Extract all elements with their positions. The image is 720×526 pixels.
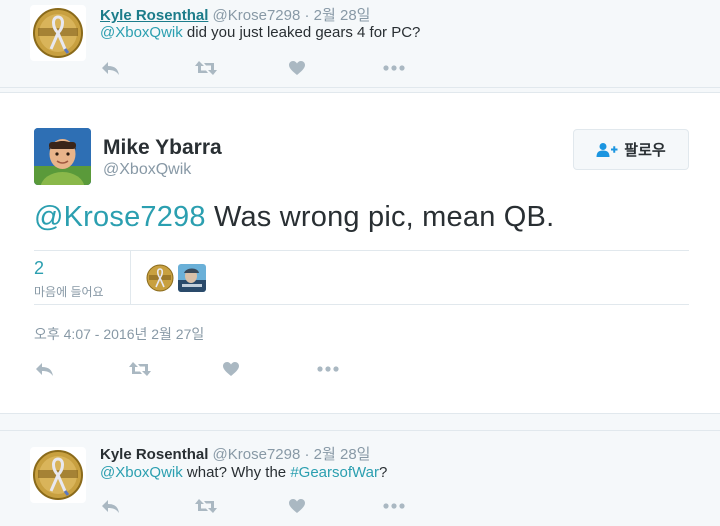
author-handle[interactable]: @Krose7298 (213, 7, 301, 24)
author-handle[interactable]: @Krose7298 (213, 446, 301, 463)
avatar[interactable] (30, 5, 86, 61)
retweet-icon (195, 61, 217, 75)
tweet-text: @XboxQwik what? Why the #GearsofWar? (100, 464, 387, 481)
tweet-body: Was wrong pic, mean QB. (205, 201, 555, 233)
tweet-body: did you just leaked gears 4 for PC? (182, 24, 421, 41)
reply-icon (102, 500, 119, 513)
ribbon-badge-icon (33, 450, 83, 500)
like-button[interactable] (288, 496, 382, 516)
like-icon (289, 61, 305, 75)
retweet-button[interactable] (194, 496, 288, 516)
likes-stat[interactable]: 2 마음에 들어요 (34, 258, 104, 300)
reply-icon (102, 62, 119, 75)
retweet-icon (195, 499, 217, 513)
tweet-text: @Krose7298 Was wrong pic, mean QB. (34, 201, 554, 234)
liker-avatar[interactable] (146, 264, 174, 292)
follow-label: 팔로우 (624, 142, 666, 159)
reply-icon (36, 363, 53, 376)
tweet-date[interactable]: 2월 28일 (314, 7, 371, 24)
follow-person-icon (596, 142, 618, 157)
author-name[interactable]: Kyle Rosenthal (100, 446, 208, 463)
mention-link[interactable]: @XboxQwik (100, 464, 183, 481)
author-name[interactable]: Mike Ybarra (103, 136, 222, 160)
retweet-button[interactable] (128, 359, 222, 379)
tweet-text: @XboxQwik did you just leaked gears 4 fo… (100, 24, 420, 41)
mention-link[interactable]: @XboxQwik (100, 24, 183, 41)
tweet-actions (100, 58, 476, 78)
tweet-actions (34, 359, 410, 379)
tweet-date[interactable]: 2월 28일 (314, 446, 371, 463)
more-icon (383, 65, 405, 71)
more-button[interactable] (382, 496, 476, 516)
follow-button[interactable]: 팔로우 (573, 129, 689, 170)
like-button[interactable] (288, 58, 382, 78)
liker-photo-icon (178, 264, 206, 292)
divider (34, 304, 689, 305)
reply-tweet-top[interactable]: Kyle Rosenthal @Krose7298 · 2월 28일 @Xbox… (0, 0, 720, 88)
reply-button[interactable] (100, 58, 194, 78)
more-button[interactable] (316, 359, 410, 379)
retweet-icon (129, 362, 151, 376)
likers-list (146, 264, 206, 292)
reply-button[interactable] (100, 496, 194, 516)
more-icon (317, 366, 339, 372)
more-button[interactable] (382, 58, 476, 78)
hashtag-link[interactable]: #GearsofWar (290, 464, 379, 481)
tweet-body-end: ? (378, 464, 388, 481)
like-icon (223, 362, 239, 376)
likes-count: 2 (34, 258, 45, 278)
author-name[interactable]: Kyle Rosenthal (100, 7, 208, 24)
tweet-header: Kyle Rosenthal @Krose7298 · 2월 28일 (100, 443, 370, 464)
retweet-button[interactable] (194, 58, 288, 78)
tweet-actions (100, 496, 476, 516)
divider (34, 250, 689, 251)
separator: · (304, 446, 310, 463)
separator: · (304, 7, 310, 24)
avatar-portrait-icon (34, 128, 91, 185)
ribbon-badge-icon (33, 8, 83, 58)
tweet-header: Kyle Rosenthal @Krose7298 · 2월 28일 (100, 4, 370, 25)
avatar[interactable] (30, 447, 86, 503)
divider (130, 251, 131, 304)
author-handle[interactable]: @XboxQwik (103, 161, 191, 179)
reply-button[interactable] (34, 359, 128, 379)
liker-avatar[interactable] (178, 264, 206, 292)
likes-label: 마음에 들어요 (34, 285, 104, 299)
like-icon (289, 499, 305, 513)
ribbon-badge-icon (146, 264, 174, 292)
tweet-body: what? Why the (182, 464, 291, 481)
avatar[interactable] (34, 128, 91, 185)
permalink-tweet: Mike Ybarra @XboxQwik 팔로우 @Krose7298 Was… (0, 92, 720, 414)
mention-link[interactable]: @Krose7298 (34, 201, 206, 233)
like-button[interactable] (222, 359, 316, 379)
more-icon (383, 503, 405, 509)
tweet-timestamp[interactable]: 오후 4:07 - 2016년 2월 27일 (34, 324, 204, 344)
